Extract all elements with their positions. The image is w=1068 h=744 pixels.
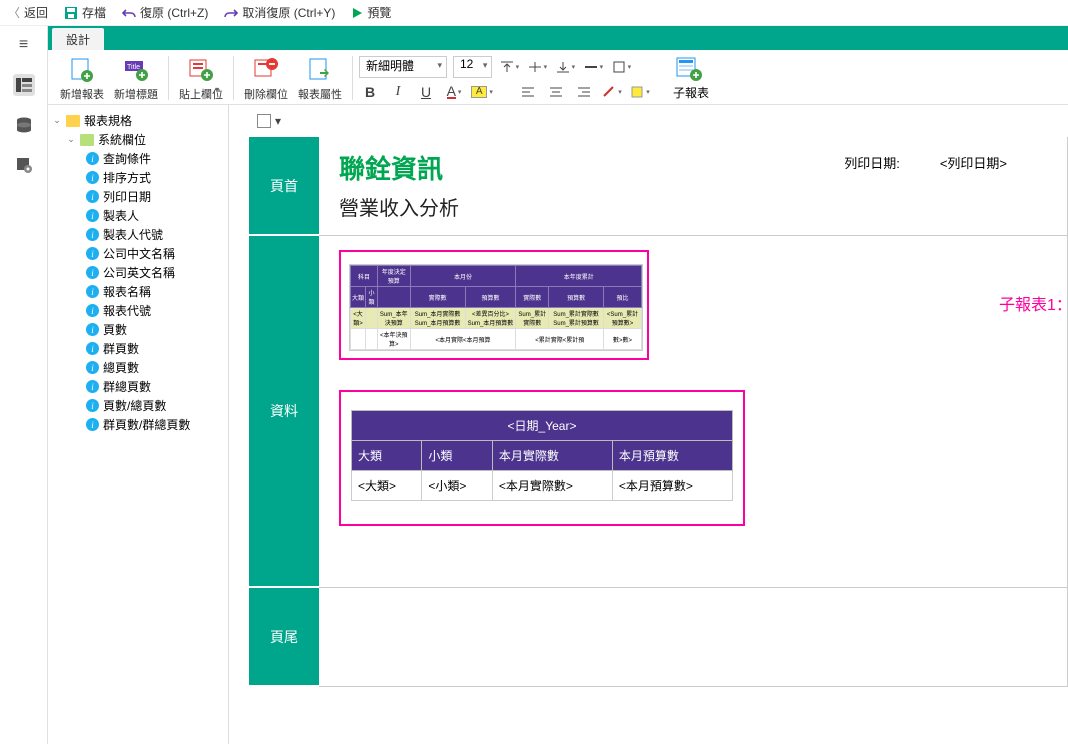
- tree-item[interactable]: i列印日期: [86, 187, 224, 206]
- band-footer-label[interactable]: 頁尾: [249, 588, 319, 687]
- tree-item[interactable]: i製表人代號: [86, 225, 224, 244]
- preview-button[interactable]: 預覽: [351, 4, 391, 21]
- canvas-top-control[interactable]: ▾: [249, 111, 1068, 131]
- tree-item[interactable]: i報表代號: [86, 301, 224, 320]
- redo-icon: [224, 6, 238, 20]
- save-button[interactable]: 存檔: [64, 4, 106, 21]
- tree-system-fields[interactable]: ⌄系統欄位: [66, 130, 224, 149]
- sub-report-button[interactable]: 子報表: [673, 56, 709, 101]
- undo-icon: [122, 6, 136, 20]
- database-icon[interactable]: [13, 114, 35, 136]
- tree-root[interactable]: ⌄報表規格: [52, 111, 224, 130]
- italic-button[interactable]: I: [387, 82, 409, 102]
- svg-text:Title: Title: [127, 64, 140, 71]
- font-color-button[interactable]: A: [443, 82, 465, 102]
- underline-button[interactable]: U: [415, 82, 437, 102]
- tree-item[interactable]: i排序方式: [86, 168, 224, 187]
- delete-field-icon: [253, 57, 279, 83]
- subreport-1-label: 子報表1：群組報表: [999, 291, 1068, 315]
- line-color-button[interactable]: [601, 82, 623, 102]
- report-properties-button[interactable]: 報表屬性: [294, 56, 346, 102]
- font-controls: 新細明體 12 B I U A A: [359, 56, 651, 102]
- band-header-label[interactable]: 頁首: [249, 137, 319, 236]
- tree-item[interactable]: i頁數/總頁數: [86, 396, 224, 415]
- font-size-select[interactable]: 12: [453, 56, 492, 78]
- pivot-report-preview: <日期_Year> 大類小類本月實際數本月預算數 <大類><小類><本月實際數>…: [351, 410, 733, 501]
- data-band[interactable]: 科目年度決定預算本月份本年度累計 大類小類實際數預算數實際數預算數預比 <大類>…: [319, 236, 1067, 588]
- report-title: 營業收入分析: [339, 192, 1047, 221]
- tree-item[interactable]: i群頁數: [86, 339, 224, 358]
- subreport-1[interactable]: 科目年度決定預算本月份本年度累計 大類小類實際數預算數實際數預算數預比 <大類>…: [339, 250, 649, 360]
- band-data-label[interactable]: 資料: [249, 236, 319, 588]
- valign-bottom-button[interactable]: [554, 57, 576, 77]
- report-properties-icon: [307, 57, 333, 83]
- paste-field-icon: [188, 57, 214, 83]
- tab-design[interactable]: 設計: [52, 28, 104, 50]
- hamburger-icon[interactable]: ≡: [13, 34, 35, 56]
- tree-item[interactable]: i公司中文名稱: [86, 244, 224, 263]
- menubar: 〈返回 存檔 復原 (Ctrl+Z) 取消復原 (Ctrl+Y) 預覽: [0, 0, 1068, 26]
- line-style-button[interactable]: [582, 57, 604, 77]
- subreport-2[interactable]: <日期_Year> 大類小類本月實際數本月預算數 <大類><小類><本月實際數>…: [339, 390, 745, 526]
- new-title-button[interactable]: Title 新增標題: [110, 56, 162, 102]
- group-report-preview: 科目年度決定預算本月份本年度累計 大類小類實際數預算數實際數預算數預比 <大類>…: [349, 264, 643, 351]
- valign-middle-button[interactable]: [526, 57, 548, 77]
- tree-item[interactable]: i報表名稱: [86, 282, 224, 301]
- fill-color-button[interactable]: [629, 82, 651, 102]
- delete-field-button[interactable]: 刪除欄位: [240, 56, 292, 102]
- new-title-icon: Title: [123, 57, 149, 83]
- redo-button[interactable]: 取消復原 (Ctrl+Y): [224, 4, 335, 21]
- new-report-button[interactable]: 新增報表: [56, 56, 108, 102]
- tree-item[interactable]: i頁數: [86, 320, 224, 339]
- align-right-button[interactable]: [573, 82, 595, 102]
- ribbon: 新增報表 Title 新增標題 貼上欄位 刪除欄位 報表屬性: [48, 50, 1068, 105]
- settings-icon[interactable]: [13, 154, 35, 176]
- design-canvas: ▾ 頁首 資料 頁尾 聯銓資訊 營業收入分析: [228, 105, 1068, 744]
- valign-top-button[interactable]: [498, 57, 520, 77]
- tree-item[interactable]: i查詢條件: [86, 149, 224, 168]
- paste-field-button[interactable]: 貼上欄位: [175, 56, 227, 102]
- font-family-select[interactable]: 新細明體: [359, 56, 447, 78]
- border-button[interactable]: [610, 57, 632, 77]
- tab-strip: 設計: [48, 26, 1068, 50]
- sub-report-icon: [675, 56, 703, 82]
- tree-item[interactable]: i公司英文名稱: [86, 263, 224, 282]
- bold-button[interactable]: B: [359, 82, 381, 102]
- undo-button[interactable]: 復原 (Ctrl+Z): [122, 4, 208, 21]
- left-icon-rail: ≡: [0, 26, 48, 744]
- align-center-button[interactable]: [545, 82, 567, 102]
- print-date: 列印日期:<列印日期>: [844, 153, 1007, 172]
- highlight-color-button[interactable]: A: [471, 82, 493, 102]
- new-report-icon: [69, 57, 95, 83]
- tree-item[interactable]: i總頁數: [86, 358, 224, 377]
- play-icon: [351, 7, 363, 19]
- back-button[interactable]: 〈返回: [8, 4, 48, 21]
- field-tree: ⌄報表規格 ⌄系統欄位 i查詢條件 i排序方式 i列印日期 i製表人 i製表人代…: [48, 105, 228, 744]
- tree-item[interactable]: i群頁數/群總頁數: [86, 415, 224, 434]
- page-header-band[interactable]: 聯銓資訊 營業收入分析 列印日期:<列印日期>: [319, 137, 1067, 236]
- tree-item[interactable]: i製表人: [86, 206, 224, 225]
- save-icon: [64, 6, 78, 20]
- tree-item[interactable]: i群總頁數: [86, 377, 224, 396]
- page-footer-band[interactable]: [319, 588, 1067, 687]
- page-setup-icon: [257, 114, 271, 128]
- align-left-button[interactable]: [517, 82, 539, 102]
- report-view-icon[interactable]: [13, 74, 35, 96]
